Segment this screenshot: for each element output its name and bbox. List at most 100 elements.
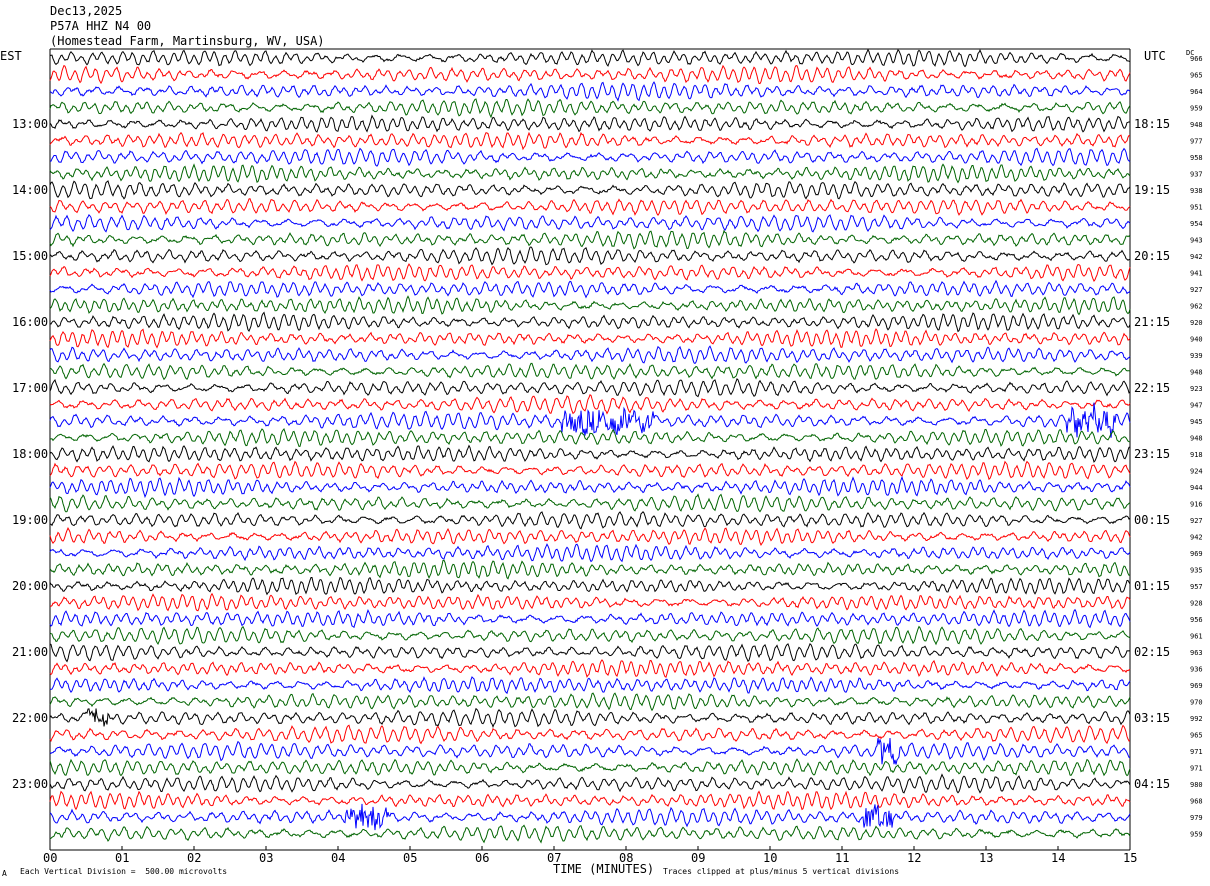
dc-value-15: 962 (1190, 303, 1203, 311)
trace-34 (49, 608, 1131, 629)
trace-16 (49, 311, 1131, 333)
dc-value-31: 935 (1190, 567, 1203, 575)
right-hour-label: 00:15 (1134, 513, 1170, 527)
x-tick-label: 05 (403, 851, 417, 865)
trace-26 (49, 475, 1131, 499)
left-hour-label: 16:00 (12, 315, 48, 329)
dc-value-45: 968 (1190, 798, 1203, 806)
left-hour-label: 23:00 (12, 777, 48, 791)
dc-value-30: 969 (1190, 550, 1203, 558)
dc-value-33: 928 (1190, 600, 1203, 608)
left-hour-label: 19:00 (12, 513, 48, 527)
dc-value-32: 957 (1190, 583, 1203, 591)
dc-value-34: 956 (1190, 616, 1203, 624)
trace-9 (49, 198, 1131, 216)
dc-value-35: 961 (1190, 633, 1203, 641)
trace-44 (49, 773, 1131, 794)
trace-14 (49, 279, 1131, 299)
trace-7 (49, 163, 1131, 184)
dc-value-36: 963 (1190, 649, 1203, 657)
dc-value-29: 942 (1190, 534, 1203, 542)
trace-35 (49, 625, 1131, 646)
trace-23 (49, 427, 1131, 447)
dc-value-28: 927 (1190, 517, 1203, 525)
dc-value-18: 939 (1190, 352, 1203, 360)
trace-28 (49, 511, 1131, 530)
dc-value-44: 980 (1190, 781, 1203, 789)
x-tick-label: 02 (187, 851, 201, 865)
dc-value-42: 971 (1190, 748, 1203, 756)
trace-19 (49, 362, 1131, 381)
x-tick-label: 13 (979, 851, 993, 865)
trace-15 (49, 295, 1131, 316)
trace-38 (49, 676, 1131, 695)
x-tick-label: 06 (475, 851, 489, 865)
dc-value-39: 970 (1190, 699, 1203, 707)
trace-25 (49, 460, 1131, 481)
x-tick-label: 04 (331, 851, 345, 865)
trace-43 (49, 758, 1131, 777)
right-hour-label: 19:15 (1134, 183, 1170, 197)
trace-20 (49, 378, 1131, 398)
trace-45 (49, 790, 1131, 811)
right-hour-label: 03:15 (1134, 711, 1170, 725)
trace-27 (49, 493, 1131, 513)
dc-value-38: 969 (1190, 682, 1203, 690)
trace-31 (49, 559, 1131, 580)
left-hour-label: 15:00 (12, 249, 48, 263)
right-hour-label: 04:15 (1134, 777, 1170, 791)
x-tick-label: 12 (907, 851, 921, 865)
left-hour-label: 20:00 (12, 579, 48, 593)
dc-value-10: 954 (1190, 220, 1203, 228)
trace-37 (49, 659, 1131, 678)
dc-value-1: 965 (1190, 72, 1203, 80)
trace-1 (49, 64, 1131, 85)
trace-3 (49, 98, 1131, 119)
trace-39 (49, 692, 1131, 712)
dc-value-8: 938 (1190, 187, 1203, 195)
trace-18 (49, 345, 1131, 365)
trace-5 (49, 131, 1130, 151)
x-tick-label: 00 (43, 851, 57, 865)
helicorder-plot: 966 965 964 959 948 977 958 937 938 951 954 943 942 9… (12, 48, 1203, 865)
clip-note: Traces clipped at plus/minus 5 vertical … (663, 867, 900, 876)
dc-value-19: 948 (1190, 369, 1203, 377)
left-hour-label: 21:00 (12, 645, 48, 659)
dc-value-5: 977 (1190, 138, 1203, 146)
right-hour-label: 20:15 (1134, 249, 1170, 263)
dc-value-16: 920 (1190, 319, 1203, 327)
x-tick-label: 01 (115, 851, 129, 865)
x-tick-label: 10 (763, 851, 777, 865)
dc-value-41: 965 (1190, 732, 1203, 740)
trace-21 (49, 394, 1131, 415)
dc-value-27: 916 (1190, 501, 1203, 509)
trace-12 (49, 246, 1131, 266)
left-hour-label: 22:00 (12, 711, 48, 725)
trace-2 (49, 81, 1131, 102)
trace-30 (49, 543, 1131, 563)
dc-value-24: 918 (1190, 451, 1203, 459)
left-hour-label: 13:00 (12, 117, 48, 131)
trace-32 (49, 576, 1131, 596)
x-tick-label: 09 (691, 851, 705, 865)
right-hour-label: 23:15 (1134, 447, 1170, 461)
x-tick-label: 03 (259, 851, 273, 865)
left-hour-label: 17:00 (12, 381, 48, 395)
trace-17 (49, 328, 1131, 349)
x-tick-label: 14 (1051, 851, 1065, 865)
dc-value-25: 924 (1190, 468, 1203, 476)
dc-value-40: 992 (1190, 715, 1203, 723)
left-hour-label: 18:00 (12, 447, 48, 461)
trace-24 (49, 444, 1131, 463)
dc-value-46: 979 (1190, 814, 1203, 822)
x-tick-label: 15 (1123, 851, 1137, 865)
dc-value-4: 948 (1190, 121, 1203, 129)
trace-13 (49, 263, 1131, 282)
right-hour-label: 21:15 (1134, 315, 1170, 329)
dc-value-20: 923 (1190, 385, 1203, 393)
dc-value-2: 964 (1190, 88, 1203, 96)
dc-value-26: 944 (1190, 484, 1203, 492)
dc-value-37: 936 (1190, 666, 1203, 674)
right-hour-label: 01:15 (1134, 579, 1170, 593)
dc-value-17: 940 (1190, 336, 1203, 344)
